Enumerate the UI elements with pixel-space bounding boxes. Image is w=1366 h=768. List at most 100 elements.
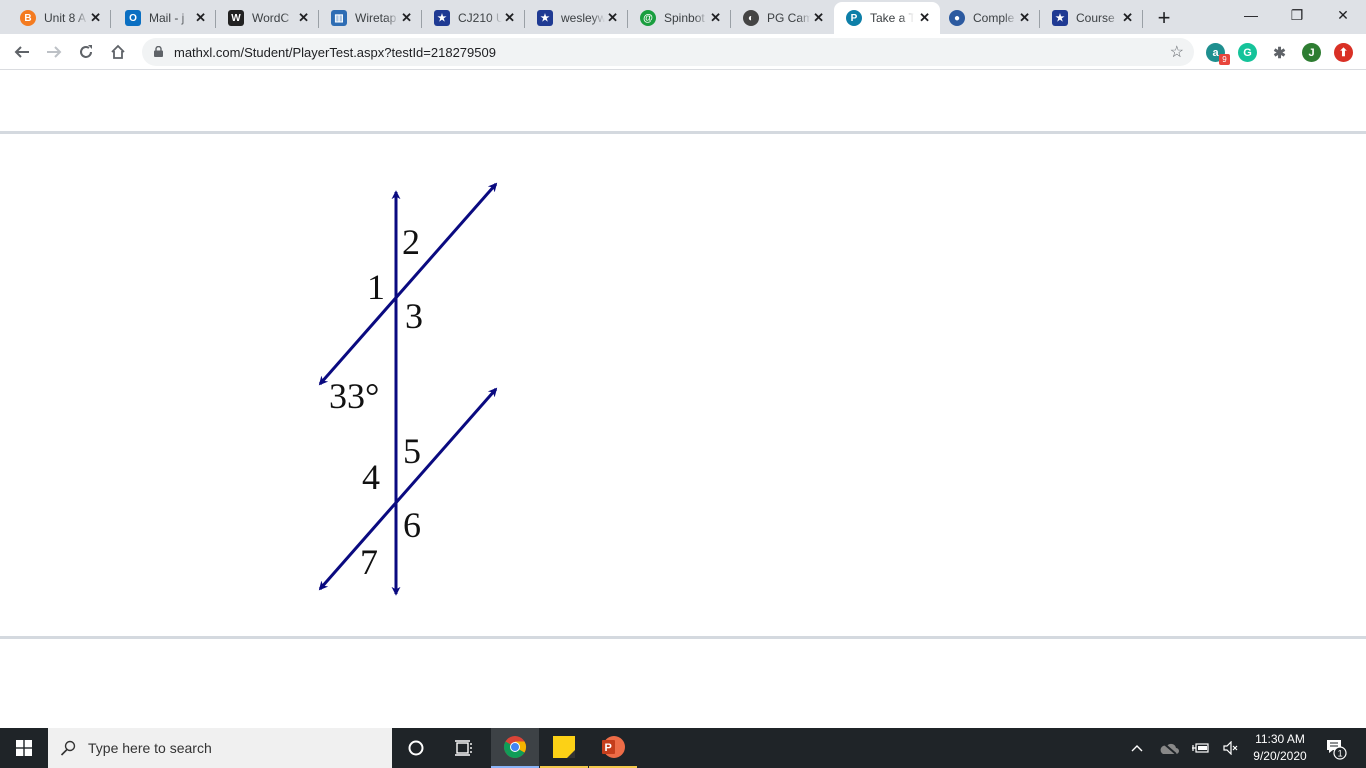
arrow-left-icon (14, 46, 29, 58)
angle-label-4: 4 (362, 457, 380, 497)
new-tab-button[interactable]: + (1150, 4, 1178, 32)
svg-text:P: P (605, 742, 612, 754)
windows-logo-icon (16, 740, 32, 756)
browser-tab[interactable]: ◐ PG Cam ✕ (731, 2, 834, 34)
browser-tab[interactable]: O Mail - j ✕ (113, 2, 216, 34)
spinbot-icon: @ (640, 10, 656, 26)
close-tab-icon[interactable]: ✕ (401, 10, 412, 26)
chevron-up-icon (1131, 745, 1143, 752)
home-icon (111, 44, 125, 59)
parallel-lines-transversal-figure: 2 1 3 33° 5 4 6 7 (318, 182, 498, 596)
browser-tab[interactable]: ★ Course ✕ (1040, 2, 1143, 34)
show-hidden-icons-button[interactable] (1126, 728, 1148, 768)
browser-tab[interactable]: P Take a T ✕ (834, 2, 940, 34)
close-tab-icon[interactable]: ✕ (1019, 10, 1030, 26)
forward-button[interactable] (42, 40, 66, 64)
close-tab-icon[interactable]: ✕ (919, 10, 930, 26)
tab-title: Unit 8 A (44, 11, 87, 25)
bookmark-star-icon[interactable]: ☆ (1170, 42, 1184, 62)
url-text[interactable]: mathxl.com/Student/PlayerTest.aspx?testI… (174, 45, 496, 60)
battery-button[interactable] (1188, 728, 1214, 768)
tab-title: wesleyw (561, 11, 605, 25)
angle-label-5: 5 (403, 431, 421, 471)
given-angle-label: 33° (329, 376, 379, 416)
tab-separator (1142, 10, 1143, 28)
onedrive-button[interactable] (1156, 728, 1182, 768)
clock-date: 9/20/2020 (1253, 749, 1307, 763)
shield-star-icon: ★ (1052, 10, 1068, 26)
tab-title: Mail - j (149, 11, 185, 25)
tab-title: Course (1076, 11, 1115, 25)
close-window-button[interactable]: ✕ (1320, 0, 1366, 30)
browser-tab[interactable]: ▥ Wiretap ✕ (319, 2, 422, 34)
chrome-icon (504, 736, 526, 758)
tab-title: CJ210 U (458, 11, 502, 25)
close-tab-icon[interactable]: ✕ (1122, 10, 1133, 26)
wiretap-icon: ▥ (331, 10, 347, 26)
update-icon[interactable]: ⬆ (1334, 43, 1353, 62)
close-tab-icon[interactable]: ✕ (195, 10, 206, 26)
cortana-circle-icon (408, 740, 424, 756)
grammarly-icon[interactable]: G (1238, 43, 1257, 62)
extension-badge: 9 (1219, 54, 1230, 65)
close-tab-icon[interactable]: ✕ (710, 10, 721, 26)
volume-button[interactable] (1220, 728, 1242, 768)
browser-tab[interactable]: W WordC ✕ (216, 2, 319, 34)
reload-button[interactable] (74, 40, 98, 64)
pg-globe-icon: ◐ (743, 10, 759, 26)
close-tab-icon[interactable]: ✕ (813, 10, 824, 26)
profile-avatar[interactable]: J (1302, 43, 1321, 62)
start-button[interactable] (0, 728, 48, 768)
task-view-icon (455, 740, 472, 756)
task-view-button[interactable] (440, 728, 488, 768)
shield-star-icon: ★ (434, 10, 450, 26)
angle-label-6: 6 (403, 505, 421, 545)
taskbar-search[interactable]: Type here to search (48, 728, 392, 768)
notification-icon: 1 (1327, 740, 1347, 760)
windows-taskbar: Type here to search P 11:30 AM 9/20/2020 (0, 728, 1366, 768)
close-tab-icon[interactable]: ✕ (504, 10, 515, 26)
complete-icon: ● (949, 10, 965, 26)
tab-title: PG Cam (767, 11, 811, 25)
back-button[interactable] (10, 40, 34, 64)
shield-star-icon: ★ (537, 10, 553, 26)
tab-title: Wiretap (355, 11, 397, 25)
close-tab-icon[interactable]: ✕ (607, 10, 618, 26)
taskbar-chrome[interactable] (491, 728, 539, 768)
browser-tab[interactable]: @ Spinbot ✕ (628, 2, 731, 34)
close-tab-icon[interactable]: ✕ (298, 10, 309, 26)
battery-charging-icon (1192, 743, 1209, 753)
search-icon (60, 740, 76, 756)
browser-toolbar: mathxl.com/Student/PlayerTest.aspx?testI… (0, 34, 1366, 70)
action-center-button[interactable]: 1 (1320, 728, 1352, 768)
sticky-notes-icon (553, 736, 575, 758)
cortana-button[interactable] (392, 728, 440, 768)
tab-title: Take a T (870, 11, 914, 25)
browser-tab[interactable]: ● Comple ✕ (937, 2, 1040, 34)
close-tab-icon[interactable]: ✕ (90, 10, 101, 26)
reload-icon (80, 45, 92, 58)
tab-title: Spinbot (664, 11, 705, 25)
browser-tab[interactable]: ★ CJ210 U ✕ (422, 2, 525, 34)
onedrive-offline-icon (1160, 741, 1179, 755)
volume-muted-icon (1223, 741, 1238, 755)
taskbar-powerpoint[interactable]: P (589, 728, 637, 768)
angle-label-1: 1 (367, 267, 385, 307)
outlook-icon: O (125, 10, 141, 26)
minimize-button[interactable]: — (1228, 0, 1274, 30)
browser-tab[interactable]: B Unit 8 A ✕ (8, 2, 111, 34)
puzzle-icon[interactable]: ✱ (1270, 43, 1289, 62)
address-bar[interactable]: mathxl.com/Student/PlayerTest.aspx?testI… (142, 38, 1194, 66)
browser-tab[interactable]: ★ wesleyw ✕ (525, 2, 628, 34)
angle-label-2: 2 (402, 222, 420, 262)
home-button[interactable] (106, 40, 130, 64)
tab-title: Comple (973, 11, 1015, 25)
blackboard-icon: B (20, 10, 36, 26)
taskbar-sticky-notes[interactable] (540, 728, 588, 768)
restore-button[interactable]: ❐ (1274, 0, 1320, 30)
taskbar-clock[interactable]: 11:30 AM 9/20/2020 (1248, 731, 1312, 765)
powerpoint-icon: P (602, 736, 625, 758)
clock-time: 11:30 AM (1255, 732, 1305, 746)
page-content: 2 1 3 33° 5 4 6 7 (0, 70, 1366, 728)
wordcounter-icon: W (228, 10, 244, 26)
